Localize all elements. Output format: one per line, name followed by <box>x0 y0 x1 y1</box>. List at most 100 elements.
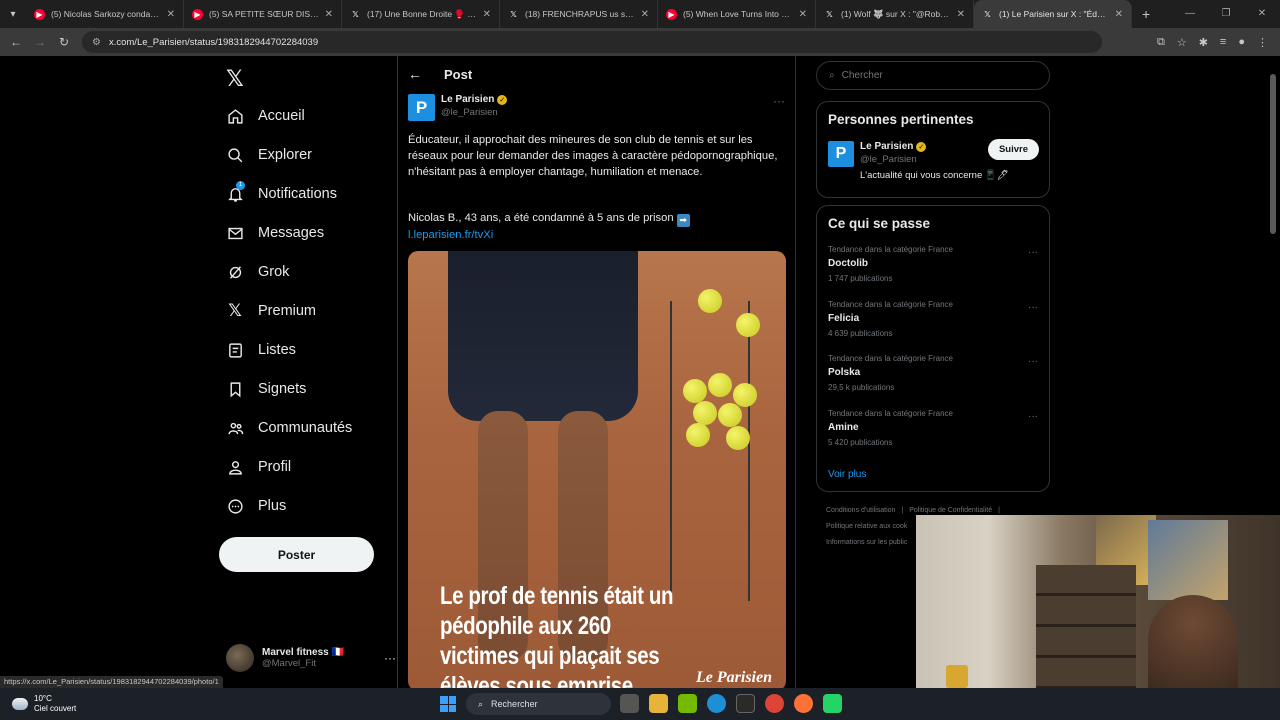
youtube-icon: ▶ <box>666 8 677 20</box>
image-ball-basket <box>670 301 750 601</box>
trend-more-icon[interactable]: ··· <box>1028 411 1038 422</box>
weather-widget[interactable]: 10°C Ciel couvert <box>12 694 76 714</box>
tab-search-button[interactable]: ▾ <box>0 0 26 28</box>
nav-lists[interactable]: Listes <box>226 336 296 364</box>
close-icon[interactable]: ✕ <box>641 9 649 20</box>
footer-link[interactable]: Politique de Confidentialité <box>909 507 992 514</box>
close-icon[interactable]: ✕ <box>957 9 965 20</box>
nav-label: Signets <box>258 381 307 397</box>
image-brand-logo: Le Parisien <box>696 669 772 686</box>
footer-link[interactable]: Politique relative aux cook <box>826 523 907 530</box>
trend-item[interactable]: Tendance dans la catégorie France Polska… <box>828 350 1038 405</box>
site-info-icon[interactable]: ⚙ <box>92 37 101 48</box>
nav-home[interactable]: Accueil <box>226 102 305 130</box>
trend-item[interactable]: Tendance dans la catégorie France Doctol… <box>828 241 1038 296</box>
tab-1[interactable]: ▶ (5) Nicolas Sarkozy condamné ✕ <box>26 0 184 28</box>
nav-more[interactable]: Plus <box>226 492 286 520</box>
back-arrow-icon[interactable]: ← <box>408 66 422 82</box>
chrome-icon[interactable] <box>765 694 784 713</box>
tab-2[interactable]: ▶ (5) SA PETITE SŒUR DISPARAÎT ✕ <box>184 0 342 28</box>
post-button[interactable]: Poster <box>219 537 374 572</box>
nav-premium[interactable]: 𝕏 Premium <box>226 297 316 325</box>
tab-6[interactable]: 𝕏 (1) Wolf 🐺 sur X : "@Robert8 ✕ <box>816 0 974 28</box>
task-view-icon[interactable] <box>620 694 639 713</box>
webcam-poster <box>1148 520 1228 600</box>
close-window-icon[interactable]: ✕ <box>1244 0 1280 28</box>
person-avatar[interactable]: P <box>828 141 854 167</box>
tab-3[interactable]: 𝕏 (17) Une Bonne Droite 🥊 sur X ✕ <box>342 0 500 28</box>
post-more-icon[interactable]: ··· <box>773 94 785 108</box>
tab-7-active[interactable]: 𝕏 (1) Le Parisien sur X : "Éducate ✕ <box>974 0 1132 28</box>
app-icon[interactable] <box>823 694 842 713</box>
tab-5[interactable]: ▶ (5) When Love Turns Into Rival ✕ <box>658 0 816 28</box>
menu-icon[interactable]: ⋮ <box>1257 36 1268 49</box>
x-logo-icon[interactable]: 𝕏 <box>226 66 244 92</box>
trend-more-icon[interactable]: ··· <box>1028 356 1038 367</box>
post-author[interactable]: P Le Parisien ✓ @le_Parisien <box>408 94 508 121</box>
profile-icon[interactable]: ● <box>1238 36 1245 49</box>
taskbar-search[interactable]: ⌕ Rechercher <box>466 693 611 715</box>
trend-category: Tendance dans la catégorie France <box>828 299 953 309</box>
trend-more-icon[interactable]: ··· <box>1028 247 1038 258</box>
edge-icon[interactable] <box>707 694 726 713</box>
minimize-icon[interactable]: — <box>1172 0 1208 28</box>
tab-4[interactable]: 𝕏 (18) FRENCHRAPUS us sur X : ✕ <box>500 0 658 28</box>
windows-start-icon[interactable] <box>440 696 456 712</box>
follow-button[interactable]: Suivre <box>987 139 1039 160</box>
close-icon[interactable]: ✕ <box>483 9 491 20</box>
webcam-shelf <box>1036 565 1136 688</box>
trend-name: Polska <box>828 367 861 378</box>
post-image[interactable]: Le prof de tennis était un pédophile aux… <box>408 251 786 688</box>
nvidia-icon[interactable] <box>678 694 697 713</box>
account-switcher[interactable]: Marvel fitness 🇫🇷 @Marvel_Fit ··· <box>226 644 396 672</box>
url-field[interactable]: ⚙ x.com/Le_Parisien/status/1983182944702… <box>82 31 1102 53</box>
close-icon[interactable]: ✕ <box>325 9 333 20</box>
close-icon[interactable]: ✕ <box>1115 9 1123 20</box>
author-avatar[interactable]: P <box>408 94 435 121</box>
relevant-person[interactable]: P Le Parisien ✓ @le_Parisien L'actualité … <box>828 139 1049 181</box>
back-icon[interactable]: ← <box>4 35 28 49</box>
new-tab-button[interactable]: + <box>1132 6 1160 22</box>
author-name[interactable]: Le Parisien <box>441 94 494 105</box>
post-link[interactable]: l.leparisien.fr/tvXi <box>408 229 493 241</box>
post-text-line: Nicolas B., 43 ans, a été condamné à 5 a… <box>408 212 674 224</box>
nav-communities[interactable]: Communautés <box>226 414 352 442</box>
tennis-ball <box>708 373 732 397</box>
media-icon[interactable]: ≡ <box>1220 36 1226 49</box>
person-name[interactable]: Le Parisien <box>860 141 913 152</box>
scrollbar-thumb[interactable] <box>1270 74 1276 234</box>
store-icon[interactable] <box>736 694 755 713</box>
post-column: ← Post P Le Parisien ✓ @le_Parisien ··· É… <box>397 56 796 688</box>
close-icon[interactable]: ✕ <box>799 9 807 20</box>
more-dots-icon[interactable]: ··· <box>384 651 396 665</box>
close-icon[interactable]: ✕ <box>167 9 175 20</box>
install-icon[interactable]: ⧉ <box>1157 36 1165 49</box>
nav-bookmarks[interactable]: Signets <box>226 375 306 403</box>
reload-icon[interactable]: ↻ <box>52 35 76 49</box>
file-explorer-icon[interactable] <box>649 694 668 713</box>
trend-item[interactable]: Tendance dans la catégorie France Amine … <box>828 405 1038 460</box>
show-more-link[interactable]: Voir plus <box>828 469 1049 480</box>
forward-icon[interactable]: → <box>28 35 52 49</box>
tennis-ball <box>686 423 710 447</box>
nav-profile[interactable]: Profil <box>226 453 291 481</box>
author-handle[interactable]: @le_Parisien <box>441 107 507 118</box>
trend-count: 1 747 publications <box>828 274 893 283</box>
verified-badge-icon: ✓ <box>497 94 508 105</box>
extensions-icon[interactable]: ✱ <box>1199 36 1208 49</box>
tab-label: (18) FRENCHRAPUS us sur X : <box>525 9 635 19</box>
firefox-icon[interactable] <box>794 694 813 713</box>
footer-link[interactable]: Conditions d'utilisation <box>826 507 895 514</box>
trend-more-icon[interactable]: ··· <box>1028 302 1038 313</box>
tab-label: (5) SA PETITE SŒUR DISPARAÎT <box>209 9 319 19</box>
nav-messages[interactable]: Messages <box>226 219 324 247</box>
star-icon[interactable]: ☆ <box>1177 36 1187 49</box>
nav-notifications[interactable]: 1 Notifications <box>226 180 337 208</box>
maximize-icon[interactable]: ❐ <box>1208 0 1244 28</box>
cloud-icon <box>12 698 28 710</box>
search-input[interactable]: ⌕ Chercher <box>816 61 1050 90</box>
footer-link[interactable]: Informations sur les public <box>826 539 907 546</box>
trend-item[interactable]: Tendance dans la catégorie France Felici… <box>828 296 1038 351</box>
nav-grok[interactable]: Grok <box>226 258 289 286</box>
nav-explore[interactable]: Explorer <box>226 141 312 169</box>
